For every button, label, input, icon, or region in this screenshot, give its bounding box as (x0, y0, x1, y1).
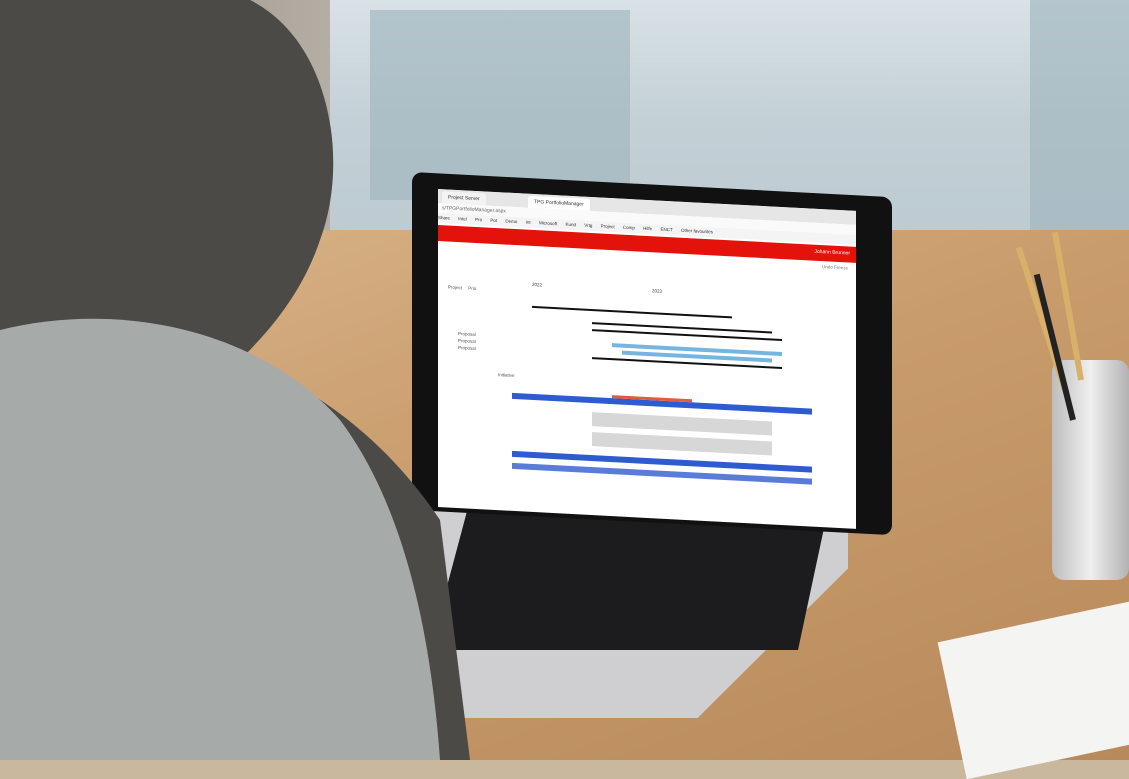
capacity-block (592, 412, 772, 436)
capacity-row (512, 392, 812, 415)
bookmark[interactable]: Project (601, 224, 615, 230)
laptop-screen: Project Server TPG PortfolioManager s/TP… (438, 189, 856, 529)
undo-button[interactable]: Undo (822, 264, 833, 270)
bookmark[interactable]: Other favourites (681, 228, 713, 235)
bookmark[interactable]: ENCT (660, 227, 672, 233)
bookmark[interactable]: Comp (623, 225, 635, 231)
user-name[interactable]: Johann Brunner (814, 249, 850, 257)
person (0, 0, 470, 760)
freeze-button[interactable]: Freeze (834, 265, 848, 271)
bookmark[interactable]: Vrtg (584, 223, 592, 228)
bookmark[interactable]: Demo (505, 219, 517, 225)
pencil-cup (1015, 231, 1129, 580)
gantt-bar[interactable] (532, 305, 732, 319)
year-label: 2022 (532, 281, 543, 288)
building (1030, 0, 1129, 260)
year-label: 2023 (652, 288, 663, 294)
bookmark[interactable]: Pot (490, 218, 497, 223)
bookmark[interactable]: Hilfe (643, 226, 652, 231)
bookmark[interactable]: Int (526, 220, 531, 225)
gantt-chart: 2022 2023 (512, 281, 852, 529)
bookmark[interactable]: Pro (475, 217, 482, 222)
bookmark[interactable]: Kund (565, 222, 576, 228)
bookmark[interactable]: Microsoft (539, 220, 557, 226)
toolbar: Undo Freeze (822, 264, 848, 270)
capacity-block (592, 432, 772, 456)
